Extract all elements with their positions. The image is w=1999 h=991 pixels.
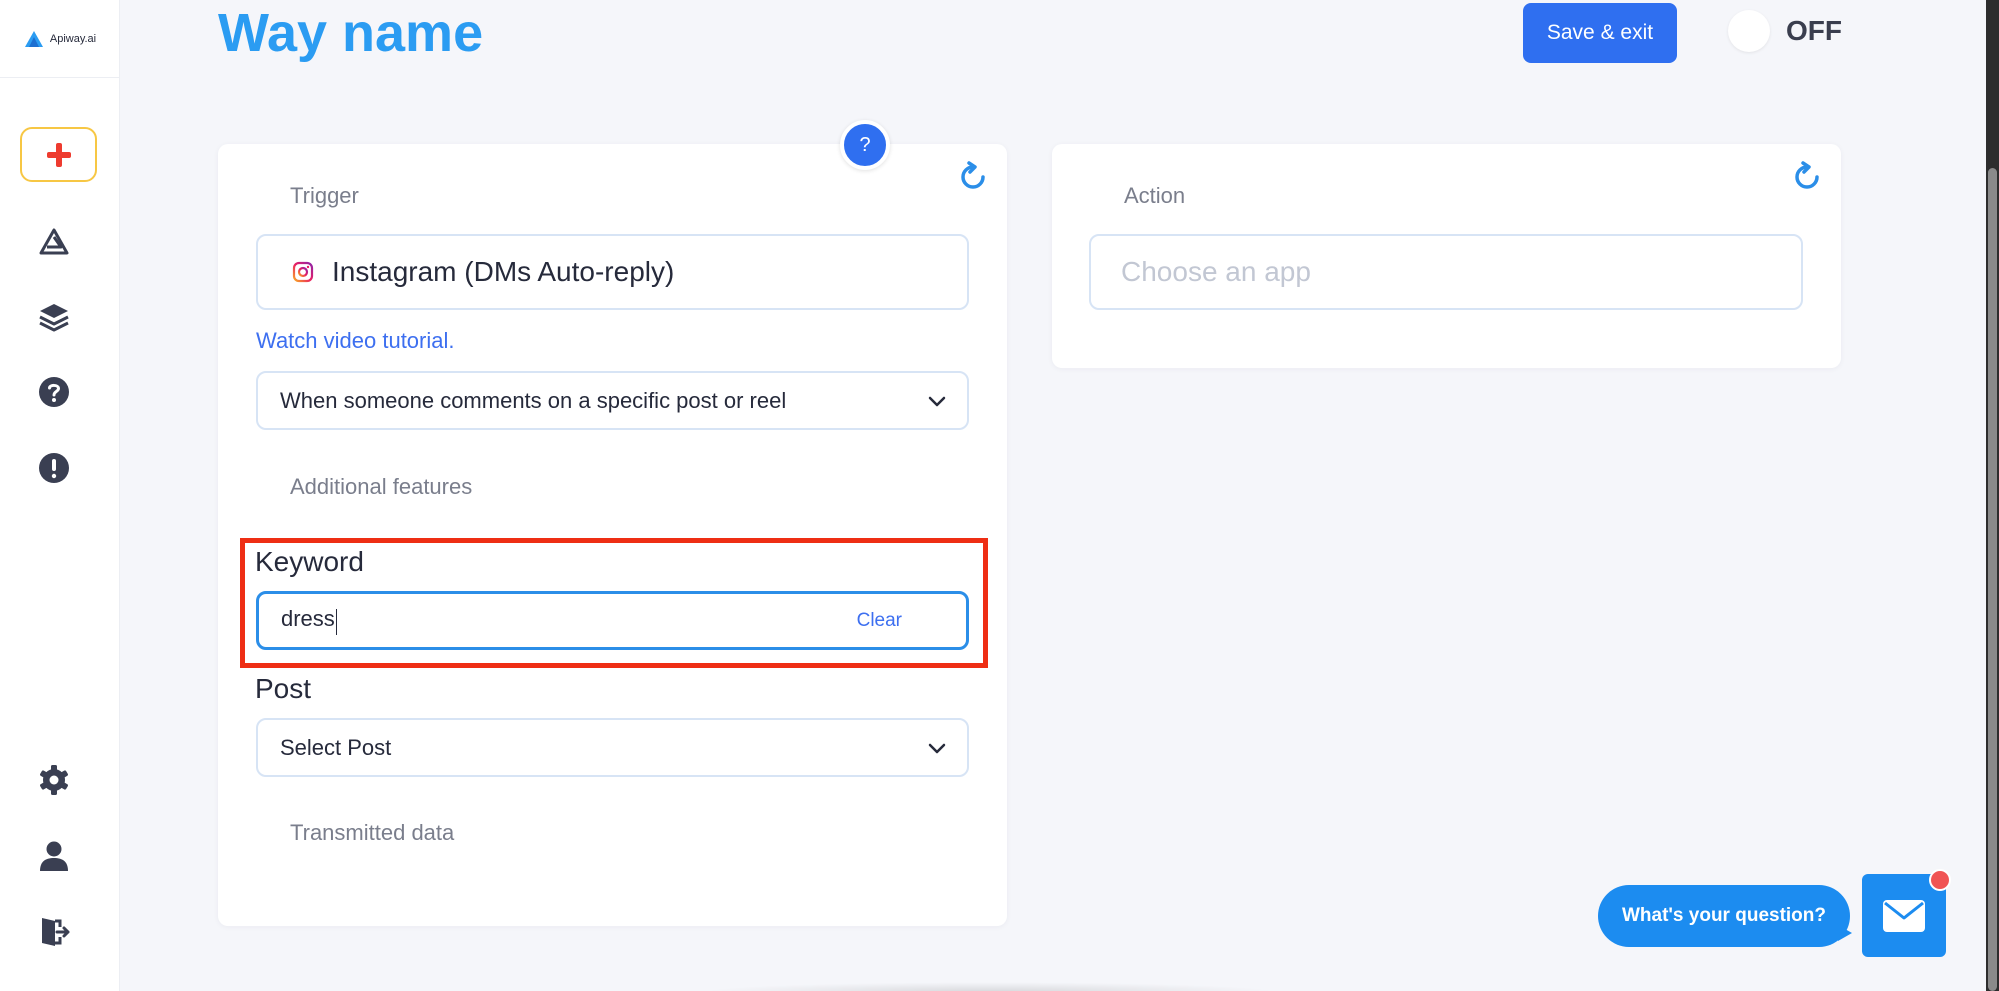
envelope-icon bbox=[1883, 899, 1925, 932]
ways-icon bbox=[39, 228, 69, 255]
clear-keyword-button[interactable]: Clear bbox=[857, 610, 902, 632]
keyword-value: dress bbox=[281, 606, 335, 632]
action-app-placeholder: Choose an app bbox=[1121, 256, 1311, 287]
sidebar-item-alerts[interactable] bbox=[34, 448, 74, 488]
sidebar-item-logout[interactable] bbox=[34, 912, 74, 952]
gear-icon bbox=[40, 765, 68, 795]
keyword-value-wrap: dress bbox=[281, 606, 337, 635]
trigger-app-field[interactable]: Instagram (DMs Auto-reply) bbox=[256, 234, 969, 310]
post-label: Post bbox=[255, 673, 312, 704]
text-caret bbox=[335, 608, 337, 635]
create-way-button[interactable] bbox=[20, 127, 97, 182]
instagram-icon bbox=[292, 261, 314, 283]
chat-prompt-bubble[interactable]: What's your question? bbox=[1598, 885, 1850, 947]
sidebar-item-ways[interactable] bbox=[34, 222, 74, 262]
logo-text: Apiway.ai bbox=[49, 32, 97, 45]
page-title[interactable]: Way name bbox=[218, 0, 483, 66]
logo[interactable]: Apiway.ai bbox=[0, 0, 120, 78]
help-button[interactable]: ? bbox=[840, 120, 890, 170]
keyword-label: Keyword bbox=[255, 546, 364, 577]
bottom-shadow bbox=[700, 982, 1280, 991]
action-app-field[interactable]: Choose an app bbox=[1089, 234, 1803, 310]
toggle-state-label: OFF bbox=[1786, 15, 1842, 46]
sidebar-item-settings[interactable] bbox=[34, 760, 74, 800]
exclamation-circle-icon bbox=[39, 453, 69, 483]
sidebar-item-help[interactable] bbox=[34, 372, 74, 412]
chevron-down-icon bbox=[928, 396, 946, 406]
post-select[interactable]: Select Post bbox=[256, 718, 969, 777]
keyword-input[interactable]: dress Clear bbox=[256, 591, 969, 650]
trigger-label: Trigger bbox=[290, 183, 359, 208]
save-exit-button[interactable]: Save & exit bbox=[1523, 3, 1677, 63]
trigger-event-value: When someone comments on a specific post… bbox=[280, 387, 787, 413]
refresh-icon[interactable] bbox=[956, 160, 990, 194]
trigger-app-name: Instagram (DMs Auto-reply) bbox=[332, 256, 675, 287]
post-select-value: Select Post bbox=[280, 734, 392, 760]
notification-dot bbox=[1929, 869, 1951, 891]
sidebar: Apiway.ai bbox=[0, 0, 120, 991]
sidebar-item-layers[interactable] bbox=[34, 297, 74, 337]
toggle-switch[interactable] bbox=[1728, 10, 1770, 52]
apiway-logo-icon bbox=[24, 30, 43, 47]
refresh-icon[interactable] bbox=[1790, 160, 1824, 194]
action-label: Action bbox=[1124, 183, 1186, 208]
layers-icon bbox=[39, 304, 69, 332]
sidebar-item-profile[interactable] bbox=[34, 836, 74, 876]
transmitted-data-label: Transmitted data bbox=[290, 820, 455, 845]
chat-bubble-tail bbox=[1838, 925, 1852, 941]
user-icon bbox=[40, 841, 68, 871]
question-circle-icon bbox=[39, 377, 69, 407]
chevron-down-icon bbox=[928, 743, 946, 753]
scrollbar-thumb[interactable] bbox=[1988, 168, 1997, 991]
watch-tutorial-link[interactable]: Watch video tutorial. bbox=[256, 328, 455, 354]
plus-icon bbox=[46, 142, 71, 167]
logout-icon bbox=[42, 918, 70, 946]
additional-features-label: Additional features bbox=[290, 474, 473, 499]
trigger-event-select[interactable]: When someone comments on a specific post… bbox=[256, 371, 969, 430]
